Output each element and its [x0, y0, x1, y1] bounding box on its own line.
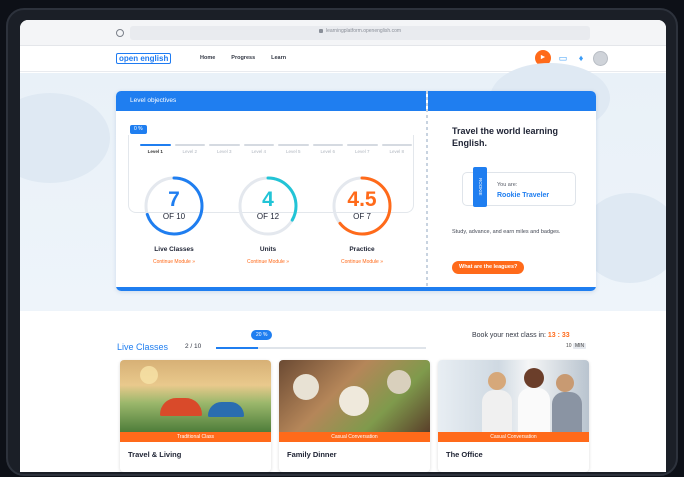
class-image	[438, 360, 589, 432]
level-step[interactable]: Level 5	[278, 144, 309, 154]
nav-home[interactable]: Home	[200, 55, 215, 61]
logo-mark: open english	[116, 53, 172, 64]
browser-url-bar: learningplatform.openenglish.com	[20, 20, 666, 46]
minutes-indicator: 10 MIN	[566, 343, 587, 349]
stat-units: 4 OF 12 Units Continue Module »	[236, 174, 300, 265]
traveler-headline: Travel the world learning English.	[452, 126, 559, 148]
plate-shape	[339, 386, 369, 416]
tent-shape	[160, 398, 202, 416]
person-shape	[552, 392, 582, 432]
level-step[interactable]: Level 4	[243, 144, 274, 154]
level-objectives-card: Level objectives 0 % Level 1 Level 2 Lev…	[116, 91, 596, 291]
card-header: Level objectives	[116, 91, 426, 111]
class-image	[279, 360, 430, 432]
stat-live-classes: 7 OF 10 Live Classes Continue Module »	[142, 174, 206, 265]
live-classes-title: Live Classes	[117, 342, 169, 352]
class-title: The Office	[446, 450, 483, 459]
person-shape	[524, 368, 544, 388]
progress-ring: 7 OF 10	[142, 174, 206, 238]
progress-ring: 4 OF 12	[236, 174, 300, 238]
bell-icon[interactable]: ♦	[575, 52, 587, 64]
main-nav: Home Progress Learn	[200, 55, 286, 61]
level-step[interactable]: Level 1	[140, 144, 171, 154]
laptop-frame: learningplatform.openenglish.com open en…	[6, 8, 678, 476]
continue-module-link[interactable]: Continue Module »	[330, 259, 394, 265]
card-divider	[426, 91, 428, 291]
card-header-right	[428, 91, 596, 111]
continue-module-link[interactable]: Continue Module »	[236, 259, 300, 265]
person-shape	[518, 388, 550, 432]
screen: learningplatform.openenglish.com open en…	[20, 20, 666, 472]
map-shape	[20, 93, 110, 183]
nav-progress[interactable]: Progress	[231, 55, 255, 61]
next-class-info: Book your next class in: 13 : 33	[472, 332, 570, 339]
level-track: Level 1 Level 2 Level 3 Level 4 Level 5 …	[140, 144, 412, 154]
level-step[interactable]: Level 7	[347, 144, 378, 154]
tent-shape	[208, 402, 244, 417]
class-type-tag: Traditional Class	[120, 432, 271, 442]
continue-module-link[interactable]: Continue Module »	[142, 259, 206, 265]
card-footer-bar	[116, 287, 596, 291]
rank-name: Rookie Traveler	[497, 192, 550, 199]
person-shape	[482, 390, 512, 432]
plate-shape	[293, 374, 319, 400]
browser-icon	[116, 29, 124, 37]
stat-name: Practice	[349, 246, 375, 253]
progress-ring: 4.5 OF 7	[330, 174, 394, 238]
stat-name: Units	[259, 246, 277, 253]
logo[interactable]: open english	[116, 53, 172, 64]
stat-value: 7	[168, 188, 180, 211]
leagues-button[interactable]: What are the leagues?	[452, 261, 525, 274]
sun-shape	[140, 366, 158, 384]
class-title: Travel & Living	[128, 450, 182, 459]
live-classes-progress-badge: 20 %	[251, 330, 273, 340]
class-image	[120, 360, 271, 432]
ticket-icon[interactable]: ▭	[557, 52, 569, 64]
class-type-tag: Casual Conversation	[279, 432, 430, 442]
avatar[interactable]	[593, 50, 608, 66]
minutes-value: 10	[566, 343, 572, 349]
person-shape	[556, 374, 574, 392]
stat-practice: 4.5 OF 7 Practice Continue Module »	[330, 174, 394, 265]
level-step[interactable]: Level 2	[174, 144, 205, 154]
class-card[interactable]: Traditional Class Travel & Living	[120, 360, 271, 472]
class-card[interactable]: Casual Conversation The Office	[438, 360, 589, 472]
rank-badge: ROOKIE	[473, 167, 487, 207]
traveler-description: Study, advance, and earn miles and badge…	[452, 229, 561, 235]
live-classes-progress-fill	[216, 347, 258, 349]
url-text: learningplatform.openenglish.com	[325, 28, 402, 34]
class-card[interactable]: Casual Conversation Family Dinner	[279, 360, 430, 472]
stat-value: 4	[262, 188, 274, 211]
stat-name: Live Classes	[154, 246, 194, 253]
level-step[interactable]: Level 3	[209, 144, 240, 154]
stat-value: 4.5	[347, 188, 377, 211]
rank-box: ROOKIE You are: Rookie Traveler	[462, 167, 576, 207]
address-field[interactable]: learningplatform.openenglish.com	[130, 26, 590, 40]
level-progress-badge: 0 %	[130, 125, 147, 134]
stat-total: OF 12	[256, 212, 280, 221]
level-step[interactable]: Level 8	[381, 144, 412, 154]
plate-shape	[387, 370, 411, 394]
class-title: Family Dinner	[287, 450, 337, 459]
person-shape	[488, 372, 506, 390]
you-are-label: You are:	[497, 182, 518, 188]
book-label: Book your next class in:	[472, 332, 546, 339]
minutes-label: MIN	[572, 343, 587, 349]
countdown-timer: 13 : 33	[547, 332, 570, 339]
level-step[interactable]: Level 6	[312, 144, 343, 154]
lock-icon	[318, 28, 323, 33]
stat-total: OF 10	[162, 212, 186, 221]
stat-total: OF 7	[353, 212, 371, 221]
class-type-tag: Casual Conversation	[438, 432, 589, 442]
live-classes-count: 2 / 10	[185, 343, 202, 350]
card-title: Level objectives	[130, 97, 177, 104]
nav-learn[interactable]: Learn	[271, 55, 286, 61]
